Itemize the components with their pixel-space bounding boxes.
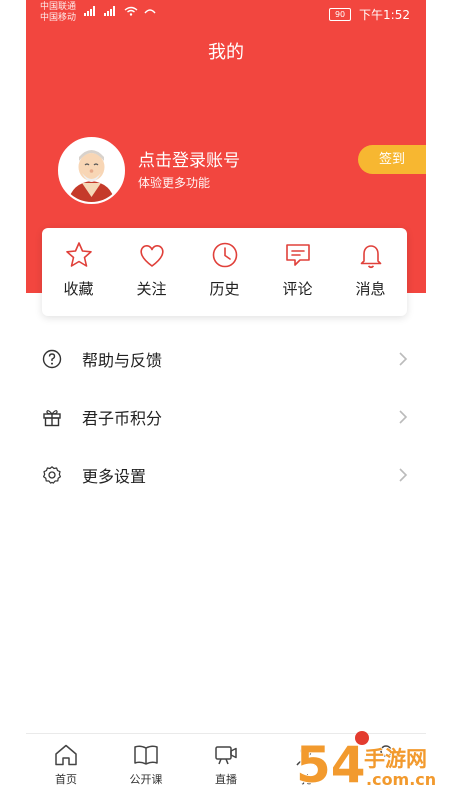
watermark-domain: .com.cn [366, 770, 436, 789]
quick-action-label: 消息 [355, 280, 386, 298]
settings-icon [43, 466, 61, 484]
quick-action-label: 历史 [209, 280, 240, 298]
watermark-number: 54 [296, 736, 366, 792]
menu-item-help[interactable]: 帮助与反馈 [26, 330, 426, 388]
menu-item-settings[interactable]: 更多设置 [26, 446, 426, 504]
signal-group [84, 6, 156, 16]
signal-icon [84, 6, 95, 16]
carrier-1: 中国联通 [40, 2, 77, 12]
tab-label: 公开课 [129, 773, 163, 786]
signal-icon-2 [104, 6, 115, 16]
heart-icon [139, 245, 164, 267]
tab-home[interactable]: 首页 [26, 734, 106, 801]
settings-menu: 帮助与反馈 君子币积分 更多设置 [26, 330, 426, 504]
carrier-2: 中国移动 [40, 13, 77, 23]
clock-icon [212, 242, 237, 268]
quick-action-label: 关注 [136, 280, 167, 298]
menu-item-label: 君子币积分 [82, 409, 163, 428]
login-subtitle: 体验更多功能 [138, 176, 211, 190]
quick-action-history[interactable]: 历史 [188, 228, 261, 316]
page-title: 我的 [208, 42, 244, 63]
confucius-avatar-icon [60, 139, 123, 202]
site-watermark-logo: 54 手游网 .com.cn [295, 731, 437, 792]
video-icon [215, 746, 237, 765]
star-icon [65, 242, 92, 267]
quick-action-label: 评论 [282, 280, 313, 298]
book-icon [134, 745, 158, 765]
wifi-icon [124, 6, 138, 16]
call-icon [144, 9, 156, 14]
status-bar: 中国联通 中国移动 90 下午1:52 [26, 0, 426, 28]
tab-label: 直播 [215, 773, 237, 786]
left-margin [0, 0, 26, 800]
clock-time: 下午1:52 [359, 8, 410, 22]
tab-live[interactable]: 直播 [186, 734, 266, 801]
help-icon [42, 349, 62, 369]
quick-action-comments[interactable]: 评论 [261, 228, 334, 316]
menu-item-label: 更多设置 [82, 467, 147, 486]
app-screen: 中国联通 中国移动 90 下午1:52 我的 点击登录账号 体验更多功能 签到 … [0, 0, 450, 801]
signin-button[interactable]: 签到 [358, 145, 426, 174]
quick-action-label: 收藏 [63, 280, 94, 298]
login-prompt[interactable]: 点击登录账号 [138, 146, 240, 171]
carrier-labels: 中国联通 中国移动 [40, 2, 76, 24]
menu-item-label: 帮助与反馈 [82, 351, 163, 370]
home-icon [55, 744, 77, 766]
battery-icon: 90 [329, 8, 352, 21]
quick-actions-card: 收藏 关注 历史 评论 消息 [42, 228, 407, 316]
bell-icon [360, 245, 381, 269]
quick-action-messages[interactable]: 消息 [334, 228, 407, 316]
right-margin [426, 0, 450, 800]
menu-item-points[interactable]: 君子币积分 [26, 388, 426, 446]
watermark-sitename: 手游网 [364, 747, 427, 771]
quick-action-favorites[interactable]: 收藏 [42, 228, 115, 316]
chevron-right-icon [399, 352, 408, 366]
quick-action-follow[interactable]: 关注 [115, 228, 188, 316]
status-right: 90 下午1:52 [329, 6, 410, 23]
chevron-right-icon [399, 468, 408, 482]
gift-icon [43, 410, 61, 427]
avatar[interactable] [58, 137, 125, 204]
chevron-right-icon [399, 410, 408, 424]
tab-open-course[interactable]: 公开课 [106, 734, 186, 801]
tab-label: 首页 [55, 773, 77, 786]
comment-icon [285, 244, 310, 266]
